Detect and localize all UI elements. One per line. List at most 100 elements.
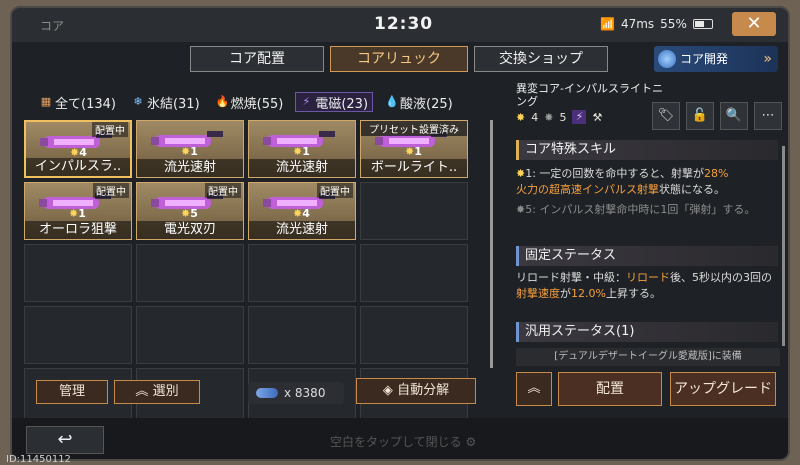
core-item-name: 流光速射	[249, 221, 355, 239]
deploy-button[interactable]: 配置	[558, 372, 662, 406]
section-general-status: 汎用ステータス(1)	[516, 322, 778, 342]
snowflake-icon: ❄	[133, 95, 143, 108]
empty-slot	[360, 306, 468, 364]
star-icon: ✸1	[69, 207, 86, 220]
filter-bar: ▦ 全て(134) ❄ 氷結(31) 🔥 燃焼(55) ⚡ 電磁(23) 💧 酸液(25)	[36, 92, 457, 112]
auto-dismantle-button[interactable]: ◈ 自動分解	[356, 378, 476, 404]
section-fixed-status: 固定ステータス	[516, 246, 778, 266]
star-count: 1	[302, 145, 310, 158]
empty-slot	[24, 244, 132, 302]
filter-freeze[interactable]: ❄ 氷結(31)	[128, 92, 204, 112]
battery-value: 55%	[660, 17, 687, 31]
up-button[interactable]: ︽	[516, 372, 552, 406]
section-special-skill: コア特殊スキル	[516, 140, 778, 160]
coin-icon	[256, 388, 278, 398]
empty-slot	[360, 182, 468, 240]
filter-burn[interactable]: 🔥 燃焼(55)	[212, 92, 288, 112]
fixed-status-text: リロード射撃・中級：リロード後、5秒以内の3回の射撃速度が12.0%上昇する。	[516, 271, 772, 300]
star-icon: ✸1	[181, 145, 198, 158]
back-button[interactable]: ↩	[26, 426, 104, 454]
up-chevron-icon: ︽	[135, 384, 149, 399]
star-icon: ✸5	[181, 207, 198, 220]
empty-slot	[248, 244, 356, 302]
skill1-text: ✸1: 一定の回数を命中すると、射撃が28% 火力の超高速インパルス射撃状態になる…	[516, 167, 729, 196]
select-label: 選別	[152, 384, 179, 399]
star-count: 5	[190, 207, 198, 220]
auto-dismantle-label: 自動分解	[397, 383, 450, 398]
filter-acid[interactable]: 💧 酸液(25)	[381, 92, 457, 112]
lock-icon[interactable]: 🔓	[686, 102, 714, 130]
user-id: ID:11450112	[6, 454, 71, 465]
close-hint: 空白をタップして閉じる ⚙	[330, 435, 477, 449]
core-dev-label: コア開発	[680, 52, 729, 66]
drop-icon: 💧	[385, 95, 399, 108]
core-item-name: 流光速射	[137, 159, 243, 177]
more-icon[interactable]: ⋯	[754, 102, 782, 130]
star-icon: ✸1	[293, 145, 310, 158]
status-area: 📶 47ms 55%	[600, 17, 713, 31]
bottom-bar: ↩ 空白をタップして閉じる ⚙	[12, 418, 788, 459]
core-item[interactable]: 配置中 ✸4 インパルスラ..	[24, 120, 132, 178]
inspect-icon[interactable]: 🔍	[720, 102, 748, 130]
filter-label: 全て(134)	[55, 96, 116, 112]
currency-value: x 8380	[284, 386, 326, 400]
status-badge: 配置中	[92, 122, 128, 137]
close-button[interactable]: ✕	[732, 12, 776, 36]
backpack-panel: ▦ 全て(134) ❄ 氷結(31) 🔥 燃焼(55) ⚡ 電磁(23) 💧 酸液(25)…	[24, 80, 498, 426]
star-count: 1	[190, 145, 198, 158]
select-button[interactable]: ︽ 選別	[114, 380, 200, 404]
core-item[interactable]: 配置中 ✸4 流光速射	[248, 182, 356, 240]
empty-slot	[248, 306, 356, 364]
currency-count: x 8380	[248, 382, 344, 404]
tab-core-backpack[interactable]: コアリュック	[330, 46, 468, 72]
tag-icon[interactable]: 🏷	[652, 102, 680, 130]
core-item-name: ボールライト..	[361, 159, 467, 177]
core-stars: ✸ 4 ✸ 5 ⚡ ⚒	[516, 110, 602, 124]
tab-core-deploy[interactable]: コア配置	[190, 46, 324, 72]
empty-slot	[360, 244, 468, 302]
filter-label: 氷結(31)	[146, 96, 200, 112]
skill5-text: ✸5: インパルス射撃命中時に1回「弾射」する。	[516, 203, 756, 216]
ping-value: 47ms	[620, 17, 655, 31]
grid-icon: ▦	[40, 95, 52, 108]
tab-exchange-shop[interactable]: 交換ショップ	[474, 46, 608, 72]
empty-slot	[24, 306, 132, 364]
core-item-name: 電光双刃	[137, 221, 243, 239]
detail-panel: 異変コア-インパルスライトニング ✸ 4 ✸ 5 ⚡ ⚒ 🏷 🔓 🔍 ⋯ コア特殊ス…	[506, 72, 788, 418]
manage-button[interactable]: 管理	[36, 380, 108, 404]
star-count: 4	[302, 207, 310, 220]
filter-all[interactable]: ▦ 全て(134)	[36, 92, 120, 112]
detail-scrollbar[interactable]	[782, 146, 785, 346]
star-icon: ✸4	[293, 207, 310, 220]
upgrade-button[interactable]: アップグレード	[670, 372, 776, 406]
wrench-icon: ⚒	[592, 110, 603, 124]
status-badge: 配置中	[205, 183, 241, 198]
filter-electro[interactable]: ⚡ 電磁(23)	[295, 92, 374, 112]
clock: 12:30	[374, 14, 434, 34]
core-dev-button[interactable]: コア開発 »	[654, 46, 778, 72]
status-badge: 配置中	[93, 183, 129, 198]
battery-fill	[694, 21, 704, 27]
filter-label: 酸液(25)	[400, 96, 453, 112]
filter-label: 電磁(23)	[315, 96, 369, 112]
battery-icon	[692, 19, 713, 29]
core-item[interactable]: ✸1 流光速射	[248, 120, 356, 178]
core-item[interactable]: 配置中 ✸5 電光双刃	[136, 182, 244, 240]
core-window: コア 12:30 📶 47ms 55% ✕ コア配置 コアリュック 交換ショップ…	[10, 6, 790, 461]
window-title: コア	[40, 19, 65, 33]
gear-icon: ⚙	[465, 435, 477, 449]
core-item[interactable]: プリセット設置済み ✸1 ボールライト..	[360, 120, 468, 178]
star-level: 4	[531, 110, 539, 124]
lightning-icon: ⚡	[302, 95, 311, 108]
core-title: 異変コア-インパルスライトニング	[516, 82, 663, 108]
star-icon: ✸	[516, 203, 526, 216]
core-item[interactable]: 配置中 ✸1 オーロラ狙撃	[24, 182, 132, 240]
star-count: 1	[78, 207, 86, 220]
flame-icon: 🔥	[215, 95, 230, 108]
empty-slot	[136, 244, 244, 302]
star-count: 1	[414, 145, 422, 158]
status-badge: プリセット設置済み	[361, 121, 467, 136]
core-item[interactable]: ✸1 流光速射	[136, 120, 244, 178]
grid-scrollbar[interactable]	[490, 120, 493, 368]
core-orb-icon	[658, 50, 676, 68]
